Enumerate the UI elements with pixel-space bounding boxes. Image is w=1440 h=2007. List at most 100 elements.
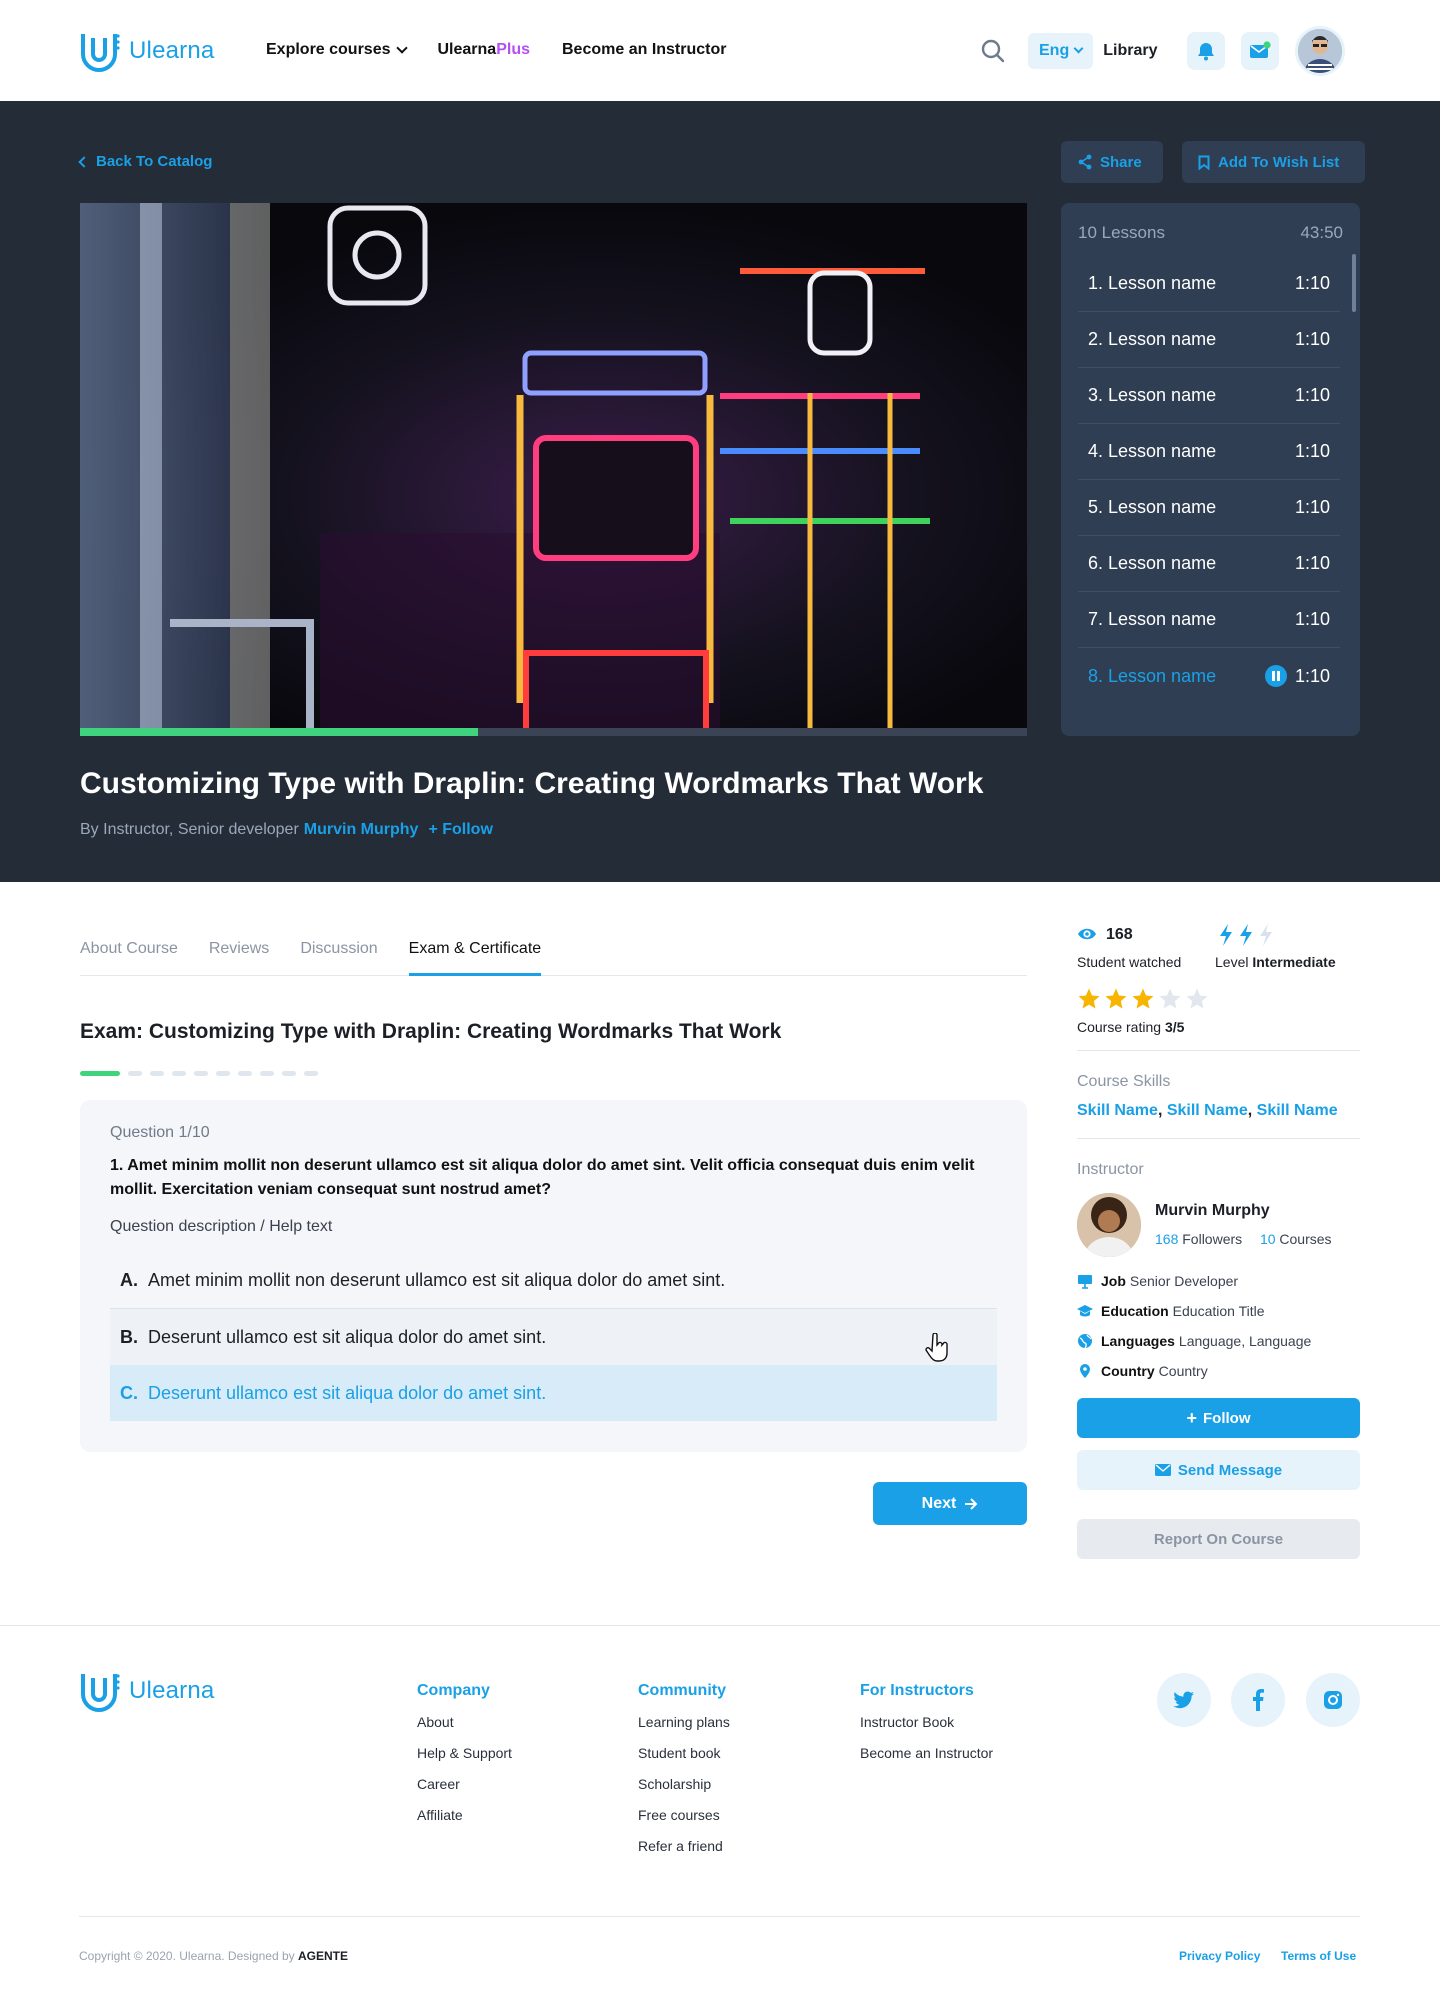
footer-link[interactable]: Instructor Book (860, 1714, 993, 1745)
option-text: Amet minim mollit non deserunt ullamco e… (148, 1270, 726, 1290)
logo-text: Ulearna (129, 37, 215, 64)
designer-link[interactable]: AGENTE (298, 1949, 348, 1963)
rating-stars (1077, 987, 1212, 1011)
lesson-item[interactable]: 4. Lesson name 1:10 (1078, 424, 1340, 480)
skill-link[interactable]: Skill Name (1257, 1102, 1338, 1119)
header-actions: Eng Library (980, 26, 1346, 76)
nav-become-instructor[interactable]: Become an Instructor (562, 41, 726, 59)
back-to-catalog-label: Back To Catalog (96, 153, 213, 170)
follow-instructor-link[interactable]: + Follow (428, 821, 492, 839)
follow-button[interactable]: + Follow (1077, 1398, 1360, 1438)
footer-link[interactable]: Scholarship (638, 1776, 730, 1807)
footer-link[interactable]: Learning plans (638, 1714, 730, 1745)
instructor-section-label: Instructor (1077, 1161, 1144, 1178)
mail-icon (1250, 41, 1272, 58)
footer-link[interactable]: Student book (638, 1745, 730, 1776)
nav-plus-prefix: Ulearna (437, 41, 497, 58)
lesson-duration: 1:10 (1294, 497, 1330, 517)
chevron-down-icon (395, 41, 408, 54)
tab-reviews[interactable]: Reviews (209, 928, 269, 976)
lesson-name: 3. Lesson name (1088, 385, 1217, 405)
nav-plus-suffix: Plus (496, 41, 530, 58)
report-course-button[interactable]: Report On Course (1077, 1519, 1360, 1559)
footer-link[interactable]: Affiliate (417, 1807, 512, 1838)
footer-link[interactable]: Refer a friend (638, 1838, 730, 1869)
privacy-policy-link[interactable]: Privacy Policy (1179, 1949, 1260, 1963)
star-icon (1132, 988, 1154, 1009)
share-button[interactable]: Share (1061, 141, 1163, 183)
answer-option-c-selected[interactable]: C. Deserunt ullamco est sit aliqua dolor… (110, 1365, 997, 1421)
bolt-icon (1220, 924, 1232, 946)
answer-option-b[interactable]: B. Deserunt ullamco est sit aliqua dolor… (110, 1309, 997, 1365)
notifications-button[interactable] (1187, 32, 1226, 70)
next-question-button[interactable]: Next (873, 1482, 1027, 1525)
footer-logo[interactable]: Ulearna (79, 1670, 214, 1712)
lesson-item-active[interactable]: 8. Lesson name 1:10 (1078, 648, 1340, 704)
video-progress-bar[interactable] (80, 728, 1027, 736)
instructor-link[interactable]: Murvin Murphy (304, 821, 419, 839)
lesson-name: 1. Lesson name (1088, 273, 1217, 293)
search-icon[interactable] (980, 38, 1006, 64)
facebook-button[interactable] (1231, 1673, 1285, 1727)
nav-explore-label: Explore courses (266, 41, 391, 58)
bell-icon (1198, 43, 1215, 61)
library-link[interactable]: Library (1103, 42, 1157, 60)
lesson-name: 7. Lesson name (1088, 609, 1217, 629)
footer-link[interactable]: Help & Support (417, 1745, 512, 1776)
languages-label: Languages (1101, 1333, 1175, 1349)
skill-link[interactable]: Skill Name (1077, 1102, 1158, 1119)
send-message-button[interactable]: Send Message (1077, 1450, 1360, 1490)
lesson-item[interactable]: 5. Lesson name 1:10 (1078, 480, 1340, 536)
language-select[interactable]: Eng (1028, 33, 1094, 69)
nav-explore-courses[interactable]: Explore courses (266, 41, 408, 59)
back-to-catalog-link[interactable]: Back To Catalog (78, 153, 213, 170)
instructor-avatar[interactable] (1077, 1193, 1141, 1257)
instructor-country: Country Country (1077, 1363, 1208, 1379)
header-logo[interactable]: Ulearna (79, 30, 214, 72)
pause-icon[interactable] (1264, 665, 1287, 687)
lesson-duration: 1:10 (1294, 441, 1330, 461)
lesson-item[interactable]: 7. Lesson name 1:10 (1078, 592, 1340, 648)
footer-link[interactable]: Free courses (638, 1807, 730, 1838)
user-avatar-image (1298, 29, 1343, 73)
tab-exam-certificate[interactable]: Exam & Certificate (408, 928, 542, 976)
lesson-item[interactable]: 3. Lesson name 1:10 (1078, 368, 1340, 424)
lesson-duration: 1:10 (1294, 553, 1330, 573)
footer-link[interactable]: About (417, 1714, 512, 1745)
location-pin-icon (1080, 1364, 1090, 1378)
lessons-total-duration: 43:50 (1300, 223, 1343, 242)
hand-cursor-icon (925, 1333, 948, 1362)
answer-option-a[interactable]: A. Amet minim mollit non deserunt ullamc… (110, 1253, 997, 1309)
lesson-list: 1. Lesson name 1:10 2. Lesson name 1:10 3.… (1078, 256, 1340, 704)
course-video-player[interactable] (80, 203, 1027, 736)
nav-ulearna-plus[interactable]: Ulearna Plus (438, 41, 531, 59)
lesson-name: 2. Lesson name (1088, 329, 1217, 349)
add-to-wishlist-button[interactable]: Add To Wish List (1182, 141, 1365, 183)
footer-link[interactable]: Career (417, 1776, 512, 1807)
course-hero: Back To Catalog Share Add To Wish List 1… (0, 101, 1440, 882)
course-tabs: About Course Reviews Discussion Exam & C… (80, 928, 1027, 976)
terms-of-use-link[interactable]: Terms of Use (1281, 1949, 1356, 1963)
skill-link[interactable]: Skill Name (1167, 1102, 1248, 1119)
lesson-item[interactable]: 1. Lesson name 1:10 (1078, 256, 1340, 312)
footer-logo-text: Ulearna (129, 1677, 215, 1704)
lesson-item[interactable]: 2. Lesson name 1:10 (1078, 312, 1340, 368)
tab-discussion[interactable]: Discussion (300, 928, 377, 976)
footer-link[interactable]: Become an Instructor (860, 1745, 993, 1776)
lessons-scrollbar[interactable] (1352, 254, 1356, 312)
instagram-button[interactable] (1306, 1673, 1360, 1727)
instructor-job: Job Senior Developer (1077, 1273, 1238, 1289)
tab-about-course[interactable]: About Course (80, 928, 178, 976)
level-value: Intermediate (1252, 954, 1336, 970)
user-avatar[interactable] (1295, 26, 1346, 76)
job-value: Senior Developer (1129, 1273, 1239, 1289)
lesson-item[interactable]: 6. Lesson name 1:10 (1078, 536, 1340, 592)
level-label: Level (1215, 954, 1249, 970)
skill-separator: , (1157, 1102, 1167, 1119)
messages-button[interactable] (1241, 32, 1280, 70)
education-label: Education (1101, 1303, 1169, 1319)
twitter-button[interactable] (1157, 1673, 1211, 1727)
graduation-cap-icon (1077, 1305, 1093, 1317)
wishlist-label: Add To Wish List (1218, 153, 1340, 171)
instructor-name[interactable]: Murvin Murphy (1155, 1202, 1270, 1220)
